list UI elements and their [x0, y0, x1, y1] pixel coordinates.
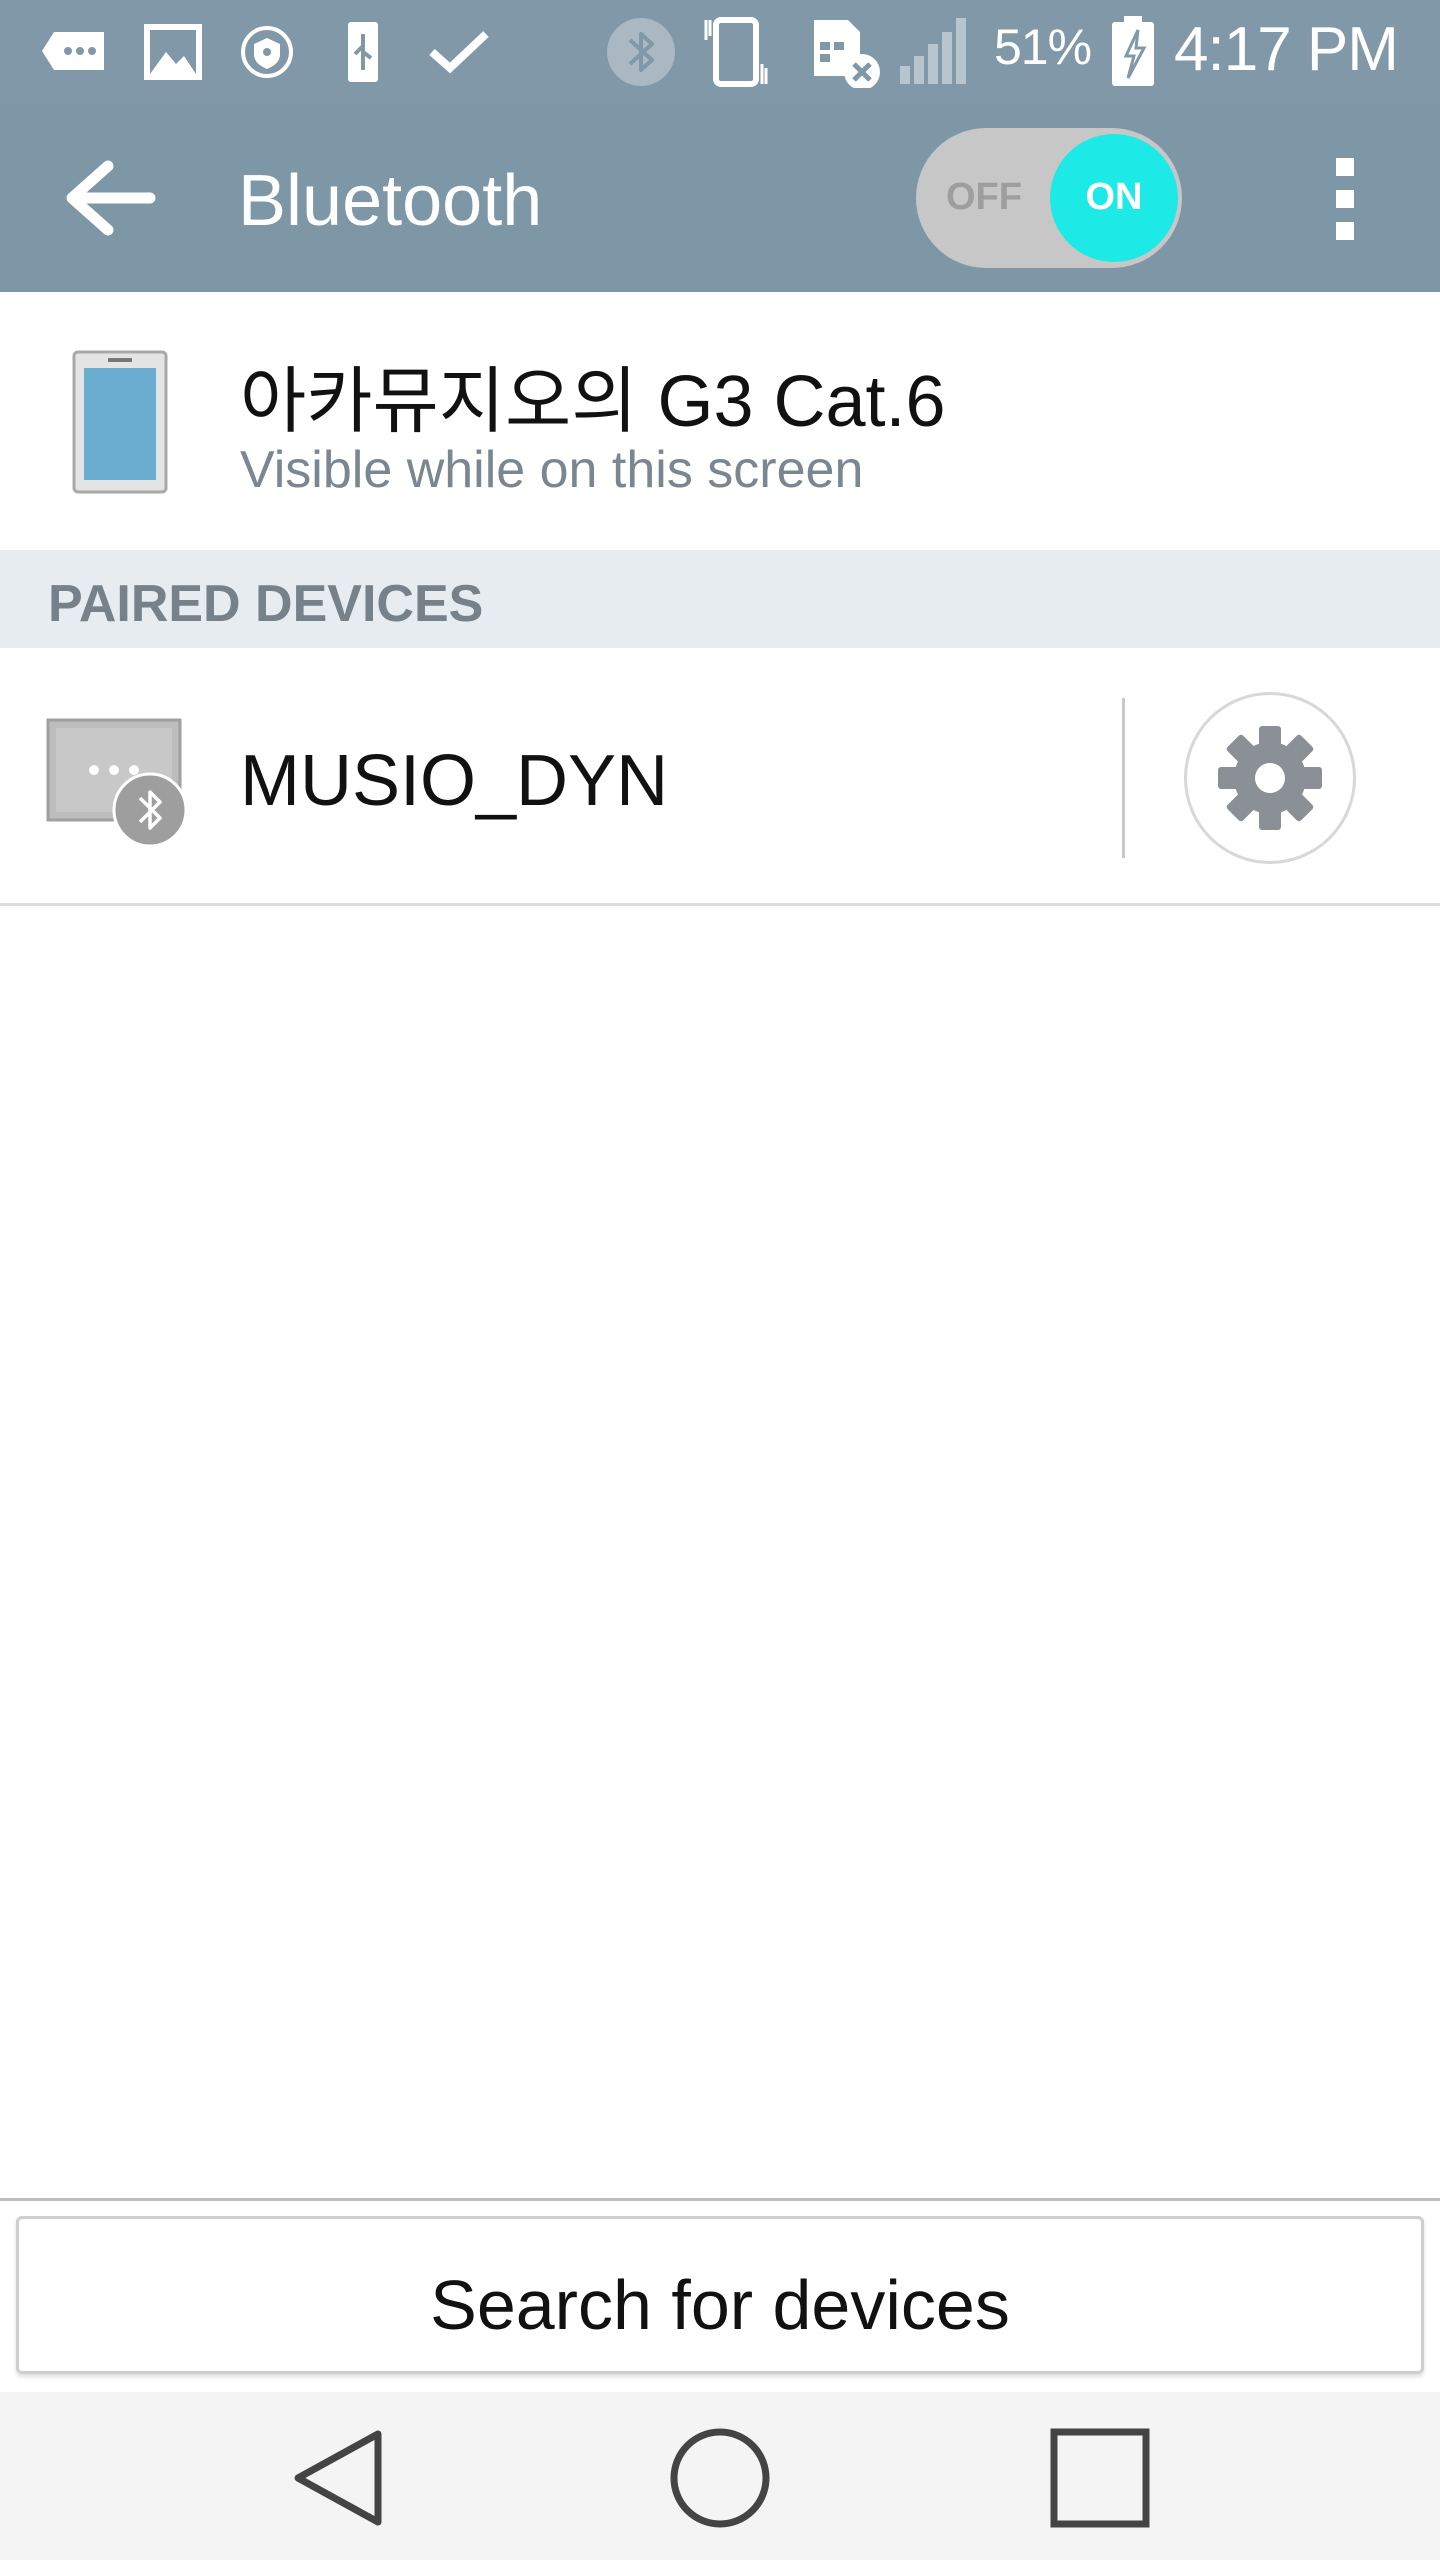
nav-home-button[interactable]	[660, 2418, 780, 2538]
phone-icon	[72, 350, 168, 494]
back-button[interactable]	[40, 144, 180, 254]
status-time: 4:17 PM	[1174, 15, 1399, 84]
this-device-row[interactable]: 아카뮤지오의 G3 Cat.6 Visible while on this sc…	[0, 292, 1440, 550]
usb-icon	[348, 22, 378, 82]
search-button-label: Search for devices	[430, 2266, 1010, 2344]
bluetooth-device-icon	[46, 718, 188, 848]
device-visibility-text: Visible while on this screen	[240, 441, 864, 499]
status-bar: 51% 4:17 PM	[0, 0, 1440, 104]
page-title: Bluetooth	[238, 161, 543, 241]
battery-charging-icon	[1112, 16, 1154, 86]
section-header-paired-devices: PAIRED DEVICES	[0, 550, 1440, 648]
search-for-devices-button[interactable]: Search for devices	[16, 2216, 1424, 2374]
vibrate-icon	[704, 17, 768, 87]
paired-device-row[interactable]: MUSIO_DYN	[0, 648, 1440, 906]
row-divider	[1122, 698, 1125, 858]
toggle-off-label: OFF	[946, 176, 1022, 218]
message-icon	[42, 32, 104, 70]
navigation-bar	[0, 2392, 1440, 2560]
bluetooth-icon	[607, 18, 675, 86]
nav-recents-button[interactable]	[1040, 2418, 1160, 2538]
toggle-on-label: ON	[1085, 176, 1143, 218]
back-nav-icon	[294, 2430, 382, 2526]
signal-icon	[900, 18, 966, 84]
battery-percent: 51%	[994, 19, 1092, 75]
more-options-button[interactable]	[1310, 144, 1380, 254]
bottom-divider	[0, 2198, 1440, 2201]
paired-device-name: MUSIO_DYN	[240, 741, 669, 821]
back-arrow-icon	[66, 160, 156, 236]
shield-icon	[241, 26, 293, 78]
bluetooth-toggle[interactable]: OFF ON	[916, 128, 1182, 268]
section-header-label: PAIRED DEVICES	[48, 575, 484, 633]
device-name: 아카뮤지오의 G3 Cat.6	[240, 362, 946, 442]
check-icon	[429, 31, 489, 74]
nav-back-button[interactable]	[280, 2418, 400, 2538]
app-bar: Bluetooth OFF ON	[0, 104, 1440, 292]
sim-error-icon	[814, 20, 880, 88]
more-vertical-icon	[1336, 158, 1354, 240]
image-icon	[144, 24, 202, 80]
toggle-knob[interactable]: ON	[1050, 134, 1178, 262]
home-nav-icon	[670, 2428, 770, 2528]
recents-nav-icon	[1050, 2428, 1150, 2528]
device-settings-button[interactable]	[1184, 692, 1356, 864]
gear-icon	[1218, 726, 1322, 830]
